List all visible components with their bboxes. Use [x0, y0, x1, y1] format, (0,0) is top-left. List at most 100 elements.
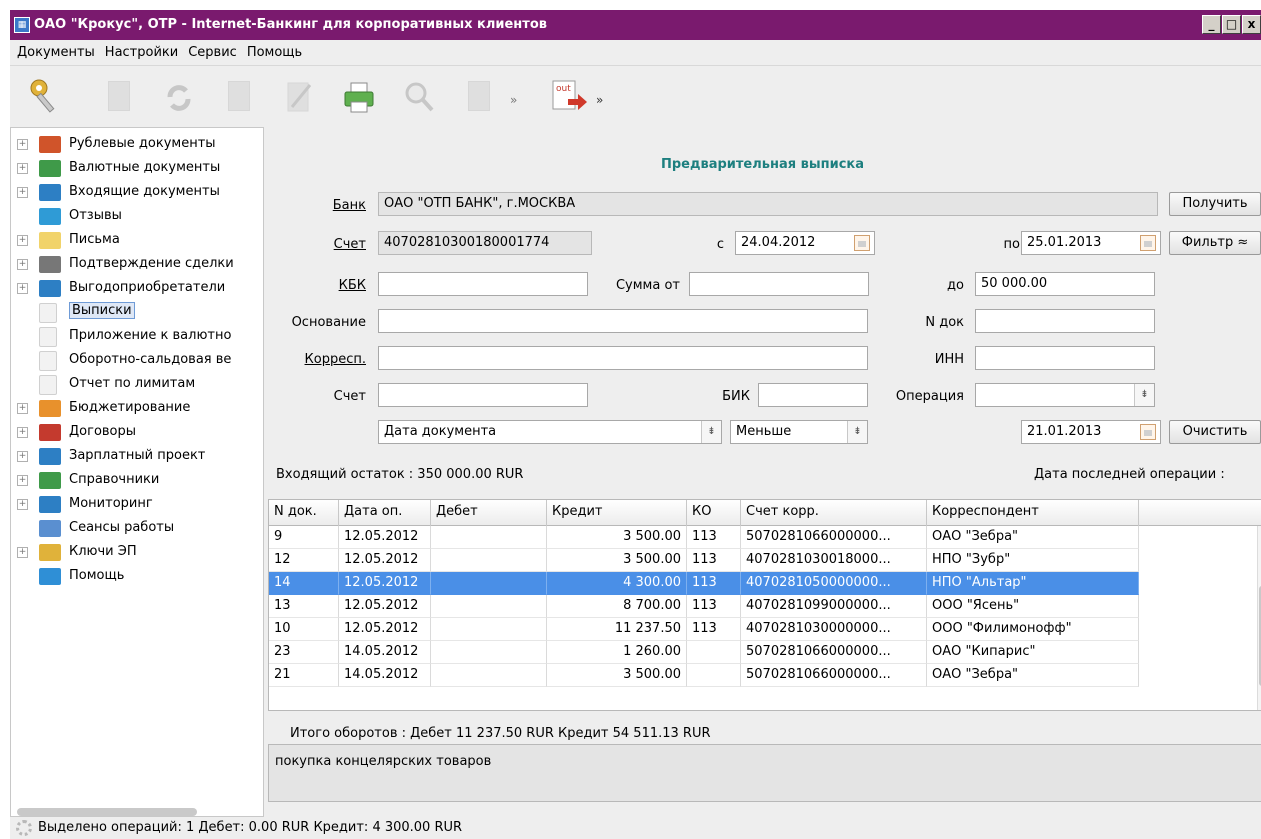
- get-button[interactable]: Получить: [1169, 192, 1261, 216]
- expand-icon[interactable]: +: [17, 451, 28, 462]
- date-from-field[interactable]: 24.04.2012: [735, 231, 875, 255]
- bik-field[interactable]: [758, 383, 868, 407]
- menu-documents[interactable]: Документы: [12, 45, 100, 60]
- expand-icon[interactable]: +: [17, 187, 28, 198]
- column-header-ko[interactable]: КО: [687, 500, 741, 526]
- ndoc-label: N док: [925, 315, 964, 330]
- correspondent-field[interactable]: [378, 346, 868, 370]
- kbk-field[interactable]: [378, 272, 588, 296]
- table-row[interactable]: 12 12.05.2012 3 500.00 113 4070281030018000.…: [269, 549, 1139, 572]
- column-header-account[interactable]: Счет корр.: [741, 500, 927, 526]
- calendar-icon[interactable]: [854, 235, 870, 251]
- account2-field[interactable]: [378, 383, 588, 407]
- ndoc-field[interactable]: [975, 309, 1155, 333]
- sidebar-item[interactable]: Отзывы: [11, 205, 263, 229]
- expand-icon[interactable]: +: [17, 163, 28, 174]
- bik-label: БИК: [722, 389, 750, 404]
- edit-button[interactable]: [282, 77, 316, 117]
- sidebar-item[interactable]: Выписки: [11, 301, 263, 325]
- sidebar-item[interactable]: + Подтверждение сделки: [11, 253, 263, 277]
- table-scrollbar[interactable]: [1257, 526, 1261, 710]
- expand-icon[interactable]: +: [17, 427, 28, 438]
- expand-icon[interactable]: +: [17, 139, 28, 150]
- expand-icon[interactable]: +: [17, 499, 28, 510]
- sidebar-item[interactable]: + Справочники: [11, 469, 263, 493]
- sidebar-item[interactable]: Оборотно-сальдовая ве: [11, 349, 263, 373]
- table-row[interactable]: 10 12.05.2012 11 237.50 113 4070281030000000…: [269, 618, 1139, 641]
- dropdown-arrow-icon[interactable]: ⇟: [847, 421, 867, 443]
- minimize-button[interactable]: _: [1202, 15, 1221, 34]
- bank-label[interactable]: Банк: [316, 198, 366, 213]
- sidebar-scrollbar[interactable]: [17, 808, 197, 816]
- new-document-button[interactable]: [102, 77, 136, 117]
- date-from-label: с: [716, 237, 724, 252]
- sidebar-item[interactable]: Отчет по лимитам: [11, 373, 263, 397]
- table-cell-credit: 3 500.00: [547, 526, 687, 549]
- sidebar-item[interactable]: + Договоры: [11, 421, 263, 445]
- import-button[interactable]: [462, 77, 496, 117]
- inn-field[interactable]: [975, 346, 1155, 370]
- sidebar-item[interactable]: Приложение к валютно: [11, 325, 263, 349]
- export-button[interactable]: out: [550, 77, 587, 117]
- expand-icon[interactable]: +: [17, 475, 28, 486]
- keys-button[interactable]: [28, 77, 62, 117]
- table-row[interactable]: 13 12.05.2012 8 700.00 113 4070281099000000.…: [269, 595, 1139, 618]
- refresh-button[interactable]: [162, 77, 196, 117]
- sidebar-item[interactable]: + Ключи ЭП: [11, 541, 263, 565]
- date-to-field[interactable]: 25.01.2013: [1021, 231, 1161, 255]
- table-row[interactable]: 9 12.05.2012 3 500.00 113 5070281066000000..…: [269, 526, 1139, 549]
- expand-icon[interactable]: +: [17, 259, 28, 270]
- maximize-button[interactable]: □: [1222, 15, 1241, 34]
- calendar-icon[interactable]: [1140, 235, 1156, 251]
- last-operation-date: Дата последней операции :: [1034, 467, 1225, 482]
- sidebar-item-label: Справочники: [69, 472, 160, 487]
- column-header-debit[interactable]: Дебет: [431, 500, 547, 526]
- dropdown-arrow-icon[interactable]: ⇟: [1134, 384, 1154, 406]
- column-header-credit[interactable]: Кредит: [547, 500, 687, 526]
- delete-button[interactable]: [222, 77, 256, 117]
- menu-service[interactable]: Сервис: [183, 45, 242, 60]
- menu-help[interactable]: Помощь: [242, 45, 307, 60]
- export-chevron-icon[interactable]: »: [596, 93, 603, 107]
- expand-icon[interactable]: +: [17, 403, 28, 414]
- import-chevron-icon[interactable]: »: [510, 93, 517, 107]
- clear-button[interactable]: Очистить: [1169, 420, 1261, 444]
- kbk-label[interactable]: КБК: [316, 278, 366, 293]
- sidebar-item[interactable]: + Бюджетирование: [11, 397, 263, 421]
- sum-from-field[interactable]: [689, 272, 869, 296]
- correspondent-label[interactable]: Корресп.: [268, 352, 366, 367]
- expand-icon[interactable]: +: [17, 283, 28, 294]
- svg-text:out: out: [556, 84, 571, 94]
- table-row[interactable]: 21 14.05.2012 3 500.00 5070281066000000... О…: [269, 664, 1139, 687]
- account-label[interactable]: Счет: [316, 237, 366, 252]
- table-row[interactable]: 23 14.05.2012 1 260.00 5070281066000000... О…: [269, 641, 1139, 664]
- dropdown-arrow-icon[interactable]: ⇟: [701, 421, 721, 443]
- basis-field[interactable]: [378, 309, 868, 333]
- comparison-select[interactable]: Меньше ⇟: [730, 420, 868, 444]
- date-type-select[interactable]: Дата документа ⇟: [378, 420, 722, 444]
- column-header-date[interactable]: Дата оп.: [339, 500, 431, 526]
- operation-select[interactable]: ⇟: [975, 383, 1155, 407]
- compare-date-field[interactable]: 21.01.2013: [1021, 420, 1161, 444]
- menu-settings[interactable]: Настройки: [100, 45, 183, 60]
- table-row[interactable]: 14 12.05.2012 4 300.00 113 4070281050000000.…: [269, 572, 1139, 595]
- sidebar-item[interactable]: + Входящие документы: [11, 181, 263, 205]
- column-header-correspondent[interactable]: Корреспондент: [927, 500, 1139, 526]
- sidebar-item[interactable]: + Мониторинг: [11, 493, 263, 517]
- sidebar-item[interactable]: Сеансы работы: [11, 517, 263, 541]
- filter-button[interactable]: Фильтр ≈: [1169, 231, 1261, 255]
- sidebar-item[interactable]: + Письма: [11, 229, 263, 253]
- sidebar-item[interactable]: + Валютные документы: [11, 157, 263, 181]
- column-header-ndoc[interactable]: N док.: [269, 500, 339, 526]
- sidebar-item[interactable]: + Зарплатный проект: [11, 445, 263, 469]
- close-button[interactable]: x: [1242, 15, 1261, 34]
- calendar-icon[interactable]: [1140, 424, 1156, 440]
- print-button[interactable]: [342, 77, 376, 117]
- sidebar-item[interactable]: + Выгодоприобретатели: [11, 277, 263, 301]
- expand-icon[interactable]: +: [17, 235, 28, 246]
- sidebar-item[interactable]: Помощь: [11, 565, 263, 589]
- expand-icon[interactable]: +: [17, 547, 28, 558]
- search-button[interactable]: [402, 77, 436, 117]
- sum-to-field[interactable]: 50 000.00: [975, 272, 1155, 296]
- sidebar-item[interactable]: + Рублевые документы: [11, 133, 263, 157]
